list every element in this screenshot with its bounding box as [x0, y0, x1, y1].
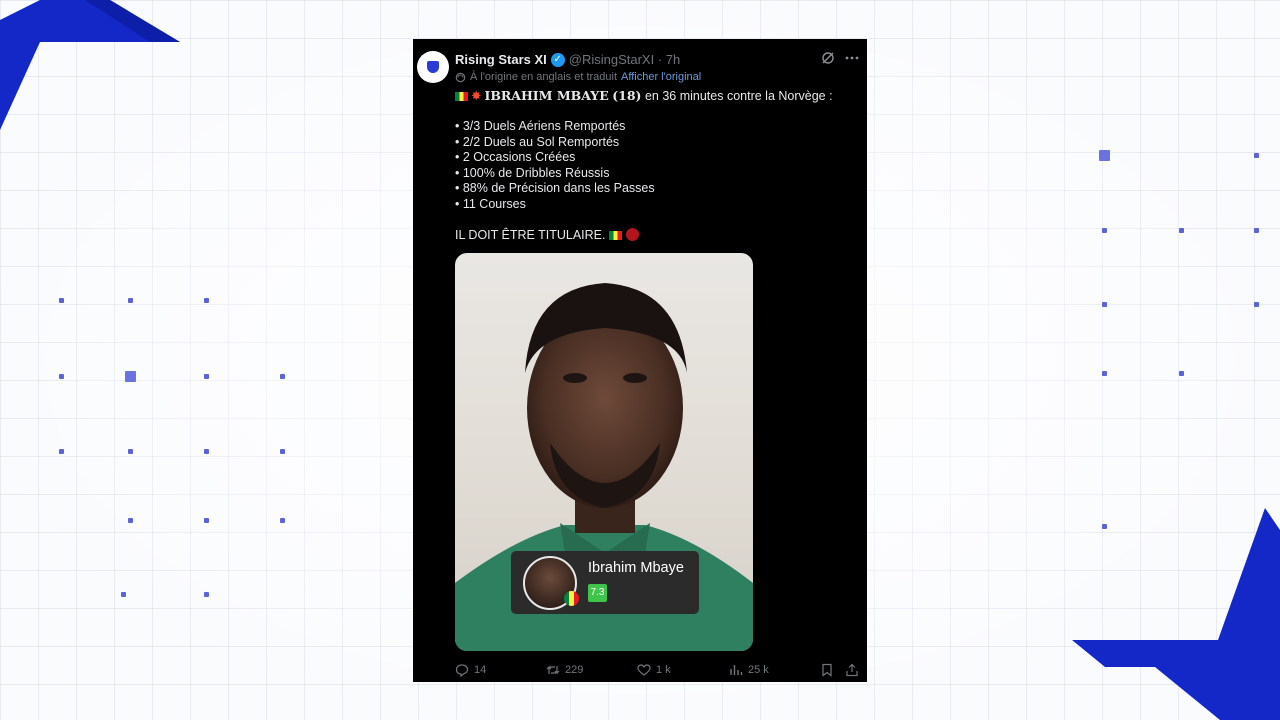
more-icon[interactable]: [845, 51, 859, 65]
senegal-flag-icon: [608, 230, 622, 240]
brand-logo-icon: [427, 61, 439, 73]
tweet-media-image[interactable]: Ibrahim Mbaye 7.3: [455, 253, 753, 651]
tweet-closing: IL DOIT ÊTRE TITULAIRE.: [455, 227, 855, 244]
top-left-bracket: [0, 0, 180, 130]
views-icon: [730, 665, 743, 675]
retweet-count: 229: [565, 664, 584, 676]
like-icon: [637, 664, 651, 676]
translation-text: À l'origine en anglais et traduit: [470, 71, 618, 83]
stat-line: • 88% de Précision dans les Passes: [455, 181, 655, 195]
like-button[interactable]: 1 k: [637, 663, 729, 677]
share-icon: [846, 663, 858, 677]
tweet-top-actions: [821, 51, 859, 65]
views-count: 25 k: [748, 664, 769, 676]
senegal-flag-icon: [564, 591, 579, 606]
headline-age: (18): [612, 88, 642, 103]
bookmark-button[interactable]: [820, 663, 845, 677]
reply-button[interactable]: 14: [455, 663, 546, 677]
share-button[interactable]: [845, 663, 859, 677]
tweet-time[interactable]: · 7h: [654, 52, 680, 67]
bookmark-icon: [822, 663, 832, 677]
reply-count: 14: [474, 664, 487, 676]
tweet-card[interactable]: Rising Stars XI ✓ @RisingStarXI · 7h À l…: [413, 39, 867, 682]
senegal-flag-icon: [455, 92, 468, 101]
tweet-action-bar: 14 229 1 k 25 k: [455, 661, 859, 679]
tweet-text: ✸ IBRAHIM MBAYE (18) en 36 minutes contre…: [455, 88, 855, 243]
stat-line: • 2/2 Duels au Sol Remportés: [455, 134, 620, 149]
stat-line: • 2 Occasions Créées: [455, 150, 576, 164]
show-original-link[interactable]: Afficher l'original: [621, 71, 701, 83]
bottom-right-bracket: [1072, 508, 1280, 720]
team-crest-icon: [625, 227, 639, 241]
player-rating-badge: 7.3: [588, 584, 607, 602]
retweet-icon: [546, 665, 560, 675]
tweet-header: Rising Stars XI ✓ @RisingStarXI · 7h: [455, 52, 867, 67]
stat-line: • 100% de Dribbles Réussis: [455, 165, 610, 180]
translation-note: À l'origine en anglais et traduit Affich…: [455, 71, 701, 83]
headline-player-name: IBRAHIM MBAYE: [484, 88, 609, 103]
fire-spark-icon: ✸: [471, 89, 482, 103]
grok-icon[interactable]: [821, 51, 835, 65]
author-avatar[interactable]: [417, 51, 449, 83]
translate-icon: [455, 72, 466, 82]
stat-line: • 11 Courses: [455, 196, 526, 211]
author-name[interactable]: Rising Stars XI: [455, 52, 547, 67]
reply-icon: [455, 664, 469, 677]
player-rating-card: Ibrahim Mbaye 7.3: [511, 551, 699, 614]
player-name: Ibrahim Mbaye: [588, 560, 684, 576]
stat-line: • 3/3 Duels Aériens Remportés: [455, 119, 626, 133]
author-handle[interactable]: @RisingStarXI: [569, 52, 654, 67]
views-button[interactable]: 25 k: [729, 663, 820, 677]
headline-rest: en 36 minutes contre la Norvège :: [641, 89, 833, 103]
verified-badge-icon: ✓: [550, 52, 565, 67]
retweet-button[interactable]: 229: [546, 663, 637, 677]
like-count: 1 k: [656, 664, 671, 676]
closing-text: IL DOIT ÊTRE TITULAIRE.: [455, 227, 606, 242]
tweet-headline: ✸ IBRAHIM MBAYE (18) en 36 minutes contre…: [455, 88, 855, 104]
